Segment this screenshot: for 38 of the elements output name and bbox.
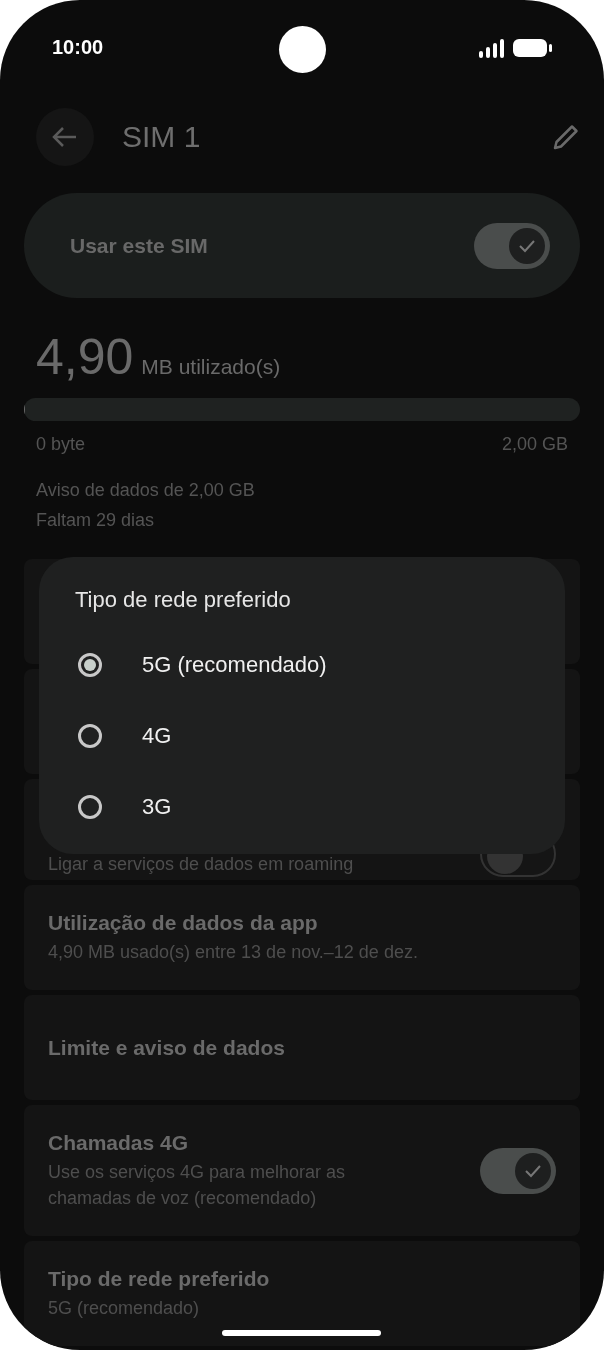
data-warning-text: Aviso de dados de 2,00 GB xyxy=(36,479,256,502)
pencil-icon xyxy=(552,123,580,151)
toggle-switch[interactable] xyxy=(480,1147,556,1194)
battery-icon xyxy=(513,39,552,57)
settings-item-title: Utilização de dados da app xyxy=(48,910,319,935)
settings-item-title: Tipo de rede preferido xyxy=(48,1266,270,1291)
dialog-title: Tipo de rede preferido xyxy=(75,587,292,613)
settings-item-subtitle: Ligar a serviços de dados em roaming xyxy=(48,853,354,876)
camera-cutout xyxy=(279,26,326,73)
radio-button[interactable] xyxy=(78,652,102,677)
check-icon xyxy=(518,238,536,253)
use-sim-label: Usar este SIM xyxy=(70,233,208,258)
settings-item[interactable]: Chamadas 4G Use os serviços 4G para melhorar as chamadas de voz (recomendado) xyxy=(24,1105,580,1236)
usage-max-label: 2,00 GB xyxy=(501,433,568,456)
radio-button[interactable] xyxy=(78,723,102,748)
usage-min-label: 0 byte xyxy=(36,433,86,456)
settings-item[interactable]: Tipo de rede preferido 5G (recomendado) xyxy=(24,1241,580,1346)
back-arrow-icon xyxy=(52,126,78,148)
settings-item-subtitle: Use os serviços 4G para melhorar as chamadas de voz (recomendado) xyxy=(48,1160,347,1210)
settings-item-subtitle: 5G (recomendado) xyxy=(48,1296,201,1320)
settings-item-title: Limite e aviso de dados xyxy=(48,1035,285,1060)
settings-item-title: Chamadas 4G xyxy=(48,1130,190,1155)
status-time: 10:00 xyxy=(52,35,104,59)
option-label[interactable]: 4G xyxy=(142,722,172,749)
settings-item-subtitle: 4,90 MB usado(s) entre 13 de nov.–12 de dez. xyxy=(48,940,418,964)
settings-item[interactable]: Limite e aviso de dados xyxy=(24,995,580,1100)
page-title: SIM 1 xyxy=(122,120,202,154)
toggle-switch[interactable] xyxy=(474,222,550,269)
signal-icon xyxy=(479,38,504,58)
option-label[interactable]: 3G xyxy=(142,793,172,820)
radio-button[interactable] xyxy=(78,794,102,819)
data-used-amount: 4,90 xyxy=(36,328,134,386)
settings-item[interactable]: Utilização de dados da app 4,90 MB usado(s) entre 13 de nov.–12 de dez. xyxy=(24,885,580,990)
edit-button[interactable] xyxy=(552,123,580,151)
option-label[interactable]: 5G (recomendado) xyxy=(142,651,327,678)
days-remaining-text: Faltam 29 dias xyxy=(36,509,156,532)
data-used-unit: MB utilizado(s) xyxy=(141,355,281,379)
check-icon xyxy=(524,1163,542,1178)
